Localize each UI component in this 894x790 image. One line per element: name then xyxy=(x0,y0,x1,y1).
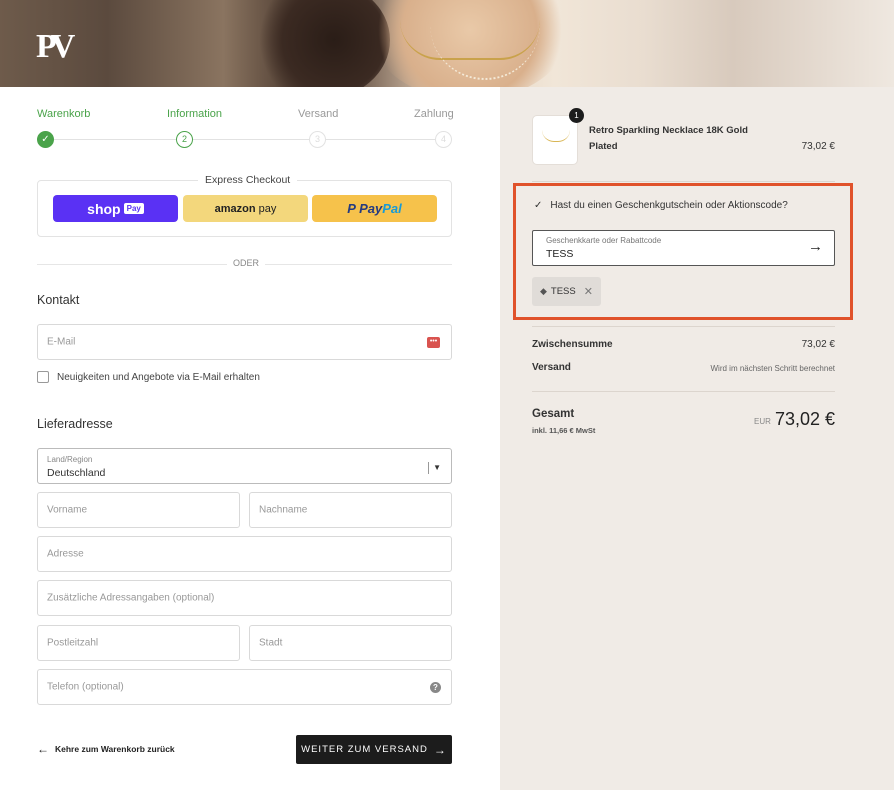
step-connector xyxy=(326,139,435,140)
country-select[interactable]: Land/Region Deutschland ▼ xyxy=(37,448,452,484)
applied-code-tag: ◆ TESS ✕ xyxy=(532,277,601,306)
step-connector xyxy=(54,139,176,140)
newsletter-label[interactable]: Neuigkeiten und Angebote via E-Mail erha… xyxy=(57,372,260,383)
discount-toggle[interactable]: ✓ Hast du einen Geschenkgutschein oder A… xyxy=(534,200,788,211)
phone-field[interactable]: Telefon (optional) ? xyxy=(37,669,452,705)
or-divider: ODER xyxy=(37,258,452,268)
last-name-field[interactable]: Nachname xyxy=(249,492,452,528)
or-divider-text: ODER xyxy=(227,258,266,268)
express-checkout: Express Checkout shop Pay amazon pay P P… xyxy=(37,174,452,237)
chevron-down-icon: ▼ xyxy=(428,462,441,474)
subtotal-label: Zwischensumme xyxy=(532,339,613,350)
zip-placeholder: Postleitzahl xyxy=(47,637,99,649)
zip-field[interactable]: Postleitzahl xyxy=(37,625,240,661)
step-information-number: 2 xyxy=(176,131,193,148)
contact-title: Kontakt xyxy=(37,293,80,307)
address2-field[interactable]: Zusätzliche Adressangaben (optional) xyxy=(37,580,452,616)
step-information-label: Information xyxy=(167,108,223,120)
shop-pay-chip: Pay xyxy=(123,203,144,214)
brand-logo[interactable]: PV xyxy=(36,28,75,66)
divider xyxy=(532,181,835,182)
step-connector xyxy=(193,139,309,140)
back-to-cart-link[interactable]: ← Kehre zum Warenkorb zurück xyxy=(37,742,175,756)
product-price: 73,02 € xyxy=(801,141,835,152)
shipping-cost-label: Versand xyxy=(532,362,571,373)
total-amount: 73,02 € xyxy=(774,409,835,429)
checkout-steps: Warenkorb Information Versand Zahlung ✓ … xyxy=(37,108,454,152)
step-payment-number: 4 xyxy=(435,131,452,148)
check-icon: ✓ xyxy=(534,200,543,211)
arrow-right-icon: → xyxy=(433,742,447,757)
discount-code-field[interactable]: Geschenkkarte oder Rabattcode TESS → xyxy=(532,230,835,266)
step-cart-label[interactable]: Warenkorb xyxy=(37,108,90,120)
discount-toggle-label[interactable]: Hast du einen Geschenkgutschein oder Akt… xyxy=(550,200,787,211)
shipping-title: Lieferadresse xyxy=(37,417,113,431)
password-manager-icon[interactable]: ••• xyxy=(427,337,440,348)
step-shipping-number: 3 xyxy=(309,131,326,148)
first-name-placeholder: Vorname xyxy=(47,504,88,516)
express-checkout-title: Express Checkout xyxy=(198,174,298,186)
remove-code-icon[interactable]: ✕ xyxy=(584,285,593,298)
total-label: Gesamt xyxy=(532,408,575,420)
paypal-icon: P xyxy=(347,201,360,216)
address-placeholder: Adresse xyxy=(47,548,84,560)
help-icon[interactable]: ? xyxy=(430,682,441,693)
hero-banner: PV xyxy=(0,0,894,87)
country-label: Land/Region xyxy=(47,455,93,464)
paypal-label-pay: Pay xyxy=(359,201,383,216)
tag-icon: ◆ xyxy=(540,286,547,296)
newsletter-row[interactable]: Neuigkeiten und Angebote via E-Mail erha… xyxy=(37,371,260,383)
discount-code-value: TESS xyxy=(546,248,574,260)
address-field[interactable]: Adresse xyxy=(37,536,452,572)
applied-code-label: TESS xyxy=(550,286,576,297)
first-name-field[interactable]: Vorname xyxy=(37,492,240,528)
shop-pay-label: shop xyxy=(87,200,121,217)
necklace-image xyxy=(542,130,570,142)
continue-label: WEITER ZUM VERSAND xyxy=(301,744,428,755)
address2-placeholder: Zusätzliche Adressangaben (optional) xyxy=(47,592,215,604)
quantity-badge: 1 xyxy=(569,108,584,123)
shipping-cost-value: Wird im nächsten Schritt berechnet xyxy=(710,364,836,373)
paypal-button[interactable]: P Pay Pal xyxy=(312,195,437,222)
email-field[interactable]: E-Mail ••• xyxy=(37,324,452,360)
divider xyxy=(532,391,835,392)
amazon-pay-suffix: pay xyxy=(255,202,277,215)
paypal-label-pal: Pal xyxy=(382,201,402,216)
step-cart-check-icon: ✓ xyxy=(37,131,54,148)
tax-note: inkl. 11,66 € MwSt xyxy=(532,426,596,435)
subtotal-value: 73,02 € xyxy=(801,339,835,350)
continue-to-shipping-button[interactable]: WEITER ZUM VERSAND → xyxy=(296,735,452,764)
country-value: Deutschland xyxy=(47,467,106,479)
amazon-pay-label: amazon xyxy=(214,202,256,215)
phone-placeholder: Telefon (optional) xyxy=(47,681,124,693)
apply-arrow-icon[interactable]: → xyxy=(808,238,823,255)
last-name-placeholder: Nachname xyxy=(259,504,308,516)
step-payment-label: Zahlung xyxy=(414,108,454,120)
email-placeholder: E-Mail xyxy=(47,336,76,348)
hero-image-hair xyxy=(250,0,390,87)
back-to-cart-label: Kehre zum Warenkorb zurück xyxy=(55,744,175,754)
divider xyxy=(532,326,835,327)
discount-code-label: Geschenkkarte oder Rabattcode xyxy=(546,236,662,245)
city-placeholder: Stadt xyxy=(259,637,283,649)
step-shipping-label: Versand xyxy=(298,108,339,120)
arrow-left-icon: ← xyxy=(37,742,49,756)
shop-pay-button[interactable]: shop Pay xyxy=(53,195,178,222)
amazon-pay-button[interactable]: amazon pay xyxy=(183,195,308,222)
city-field[interactable]: Stadt xyxy=(249,625,452,661)
newsletter-checkbox[interactable] xyxy=(37,371,49,383)
product-thumbnail xyxy=(532,115,578,165)
